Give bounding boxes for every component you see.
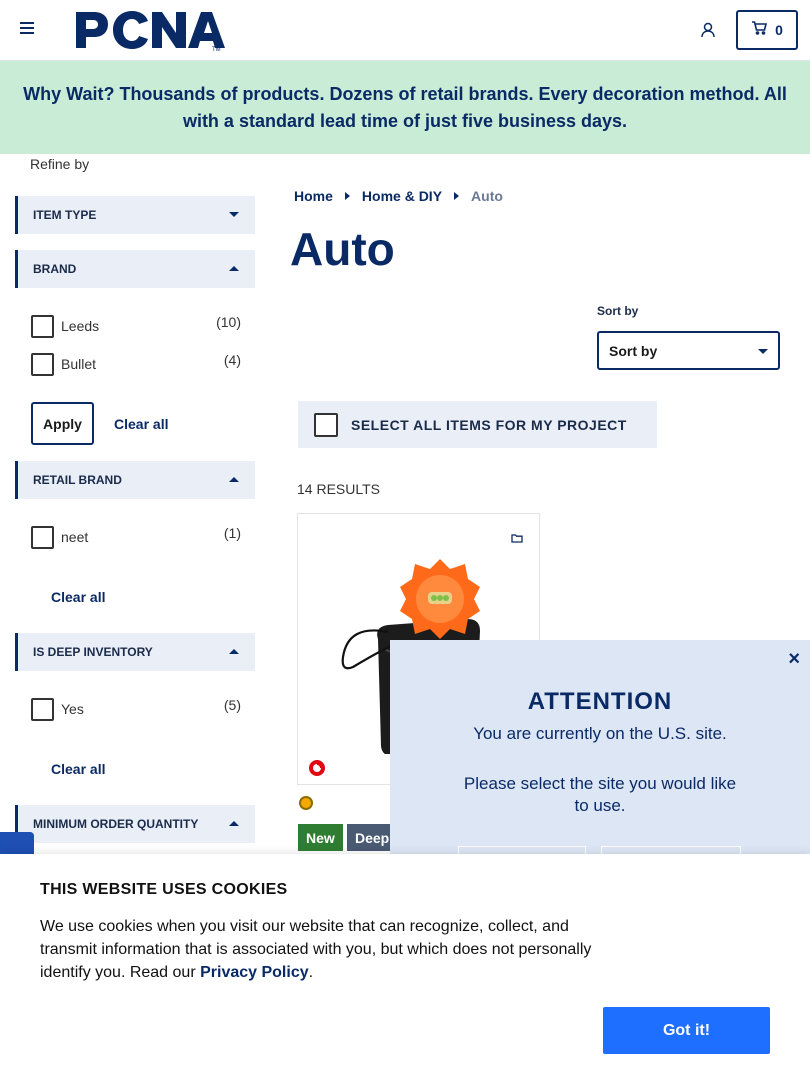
- facet-title: BRAND: [33, 262, 77, 276]
- chevron-up-icon: [229, 821, 239, 826]
- facet-option-neet[interactable]: neet (1): [31, 524, 241, 550]
- cookie-title: THIS WEBSITE USES COOKIES: [40, 881, 288, 898]
- cookie-text: We use cookies when you visit our websit…: [40, 915, 610, 984]
- hamburger-menu-icon[interactable]: [20, 22, 36, 38]
- option-label: Yes: [61, 701, 84, 717]
- got-it-button[interactable]: Got it!: [603, 1007, 770, 1054]
- refine-by-label: Refine by: [30, 156, 90, 172]
- results-count: 14 RESULTS: [297, 481, 380, 497]
- attention-select-site-text: Please select the site you would like to…: [463, 774, 737, 815]
- site-header: TM 0: [0, 0, 810, 61]
- checkbox[interactable]: [31, 697, 54, 721]
- privacy-policy-link[interactable]: Privacy Policy: [200, 964, 309, 981]
- sort-selected-value: Sort by: [609, 342, 658, 359]
- retail-brand-badge-icon: [308, 759, 326, 777]
- sort-by-select[interactable]: Sort by: [597, 331, 780, 370]
- breadcrumb-arrow-icon: [344, 192, 350, 200]
- chevron-up-icon: [229, 477, 239, 482]
- facet-title: RETAIL BRAND: [33, 473, 122, 487]
- breadcrumb-home-diy[interactable]: Home & DIY: [362, 188, 442, 204]
- facet-retail-brand[interactable]: RETAIL BRAND: [15, 461, 255, 499]
- chevron-down-icon: [229, 212, 239, 217]
- facet-item-type[interactable]: ITEM TYPE: [15, 196, 255, 234]
- cart-button[interactable]: 0: [736, 10, 798, 50]
- clear-all-deep-inventory-link[interactable]: Clear all: [51, 761, 105, 777]
- option-label: Bullet: [61, 356, 97, 372]
- select-all-label: SELECT ALL ITEMS FOR MY PROJECT: [351, 416, 627, 433]
- breadcrumb-home[interactable]: Home: [294, 188, 333, 204]
- account-user-icon[interactable]: [699, 21, 717, 39]
- new-tag: New: [298, 824, 343, 851]
- page-title: Auto: [290, 223, 395, 275]
- option-count: (10): [216, 314, 241, 330]
- site-selection-modal: × ATTENTION You are currently on the U.S…: [390, 640, 810, 866]
- facet-title: MINIMUM ORDER QUANTITY: [33, 817, 199, 831]
- sort-by-label: Sort by: [597, 304, 639, 318]
- promo-text: Why Wait? Thousands of products. Dozens …: [23, 83, 787, 131]
- clear-all-brand-link[interactable]: Clear all: [114, 416, 168, 432]
- facet-brand[interactable]: BRAND: [15, 250, 255, 288]
- facet-minimum-order-quantity[interactable]: MINIMUM ORDER QUANTITY: [15, 805, 255, 843]
- chevron-up-icon: [229, 649, 239, 654]
- checkbox[interactable]: [314, 412, 338, 437]
- close-icon[interactable]: ×: [788, 648, 800, 671]
- cart-count: 0: [775, 22, 783, 38]
- checkbox[interactable]: [31, 314, 54, 338]
- facet-is-deep-inventory[interactable]: IS DEEP INVENTORY: [15, 633, 255, 671]
- svg-text:TM: TM: [212, 47, 221, 52]
- option-count: (1): [223, 525, 241, 541]
- clear-all-retail-brand-link[interactable]: Clear all: [51, 589, 105, 605]
- folder-icon[interactable]: [511, 530, 523, 548]
- breadcrumb-current: Auto: [471, 188, 503, 204]
- chevron-up-icon: [229, 266, 239, 271]
- cookie-body-end: .: [308, 964, 314, 981]
- cookie-body-text: We use cookies when you visit our websit…: [40, 918, 592, 981]
- cart-icon: [751, 20, 768, 40]
- facet-title: IS DEEP INVENTORY: [33, 645, 153, 659]
- apply-button[interactable]: Apply: [31, 402, 94, 445]
- facet-option-yes[interactable]: Yes (5): [31, 696, 241, 722]
- option-label: Leeds: [61, 318, 100, 334]
- select-all-items-toggle[interactable]: SELECT ALL ITEMS FOR MY PROJECT: [298, 401, 657, 448]
- promo-banner: Why Wait? Thousands of products. Dozens …: [0, 61, 810, 154]
- cookie-banner: THIS WEBSITE USES COOKIES We use cookies…: [0, 854, 810, 1080]
- option-label: neet: [61, 529, 89, 545]
- checkbox[interactable]: [31, 352, 54, 376]
- pcna-logo[interactable]: TM: [74, 8, 226, 53]
- breadcrumb-arrow-icon: [454, 192, 460, 200]
- facet-option-bullet[interactable]: Bullet (4): [31, 351, 241, 377]
- facet-option-leeds[interactable]: Leeds (10): [31, 313, 241, 339]
- breadcrumb: Home Home & DIY Auto: [294, 188, 503, 204]
- facet-title: ITEM TYPE: [33, 208, 97, 222]
- option-count: (5): [223, 697, 241, 713]
- checkbox[interactable]: [31, 525, 54, 549]
- attention-title: ATTENTION: [527, 688, 673, 715]
- chevron-down-icon: [758, 349, 768, 354]
- option-count: (4): [223, 352, 241, 368]
- attention-current-site-text: You are currently on the U.S. site.: [473, 724, 727, 743]
- color-swatch-orange[interactable]: [299, 796, 313, 810]
